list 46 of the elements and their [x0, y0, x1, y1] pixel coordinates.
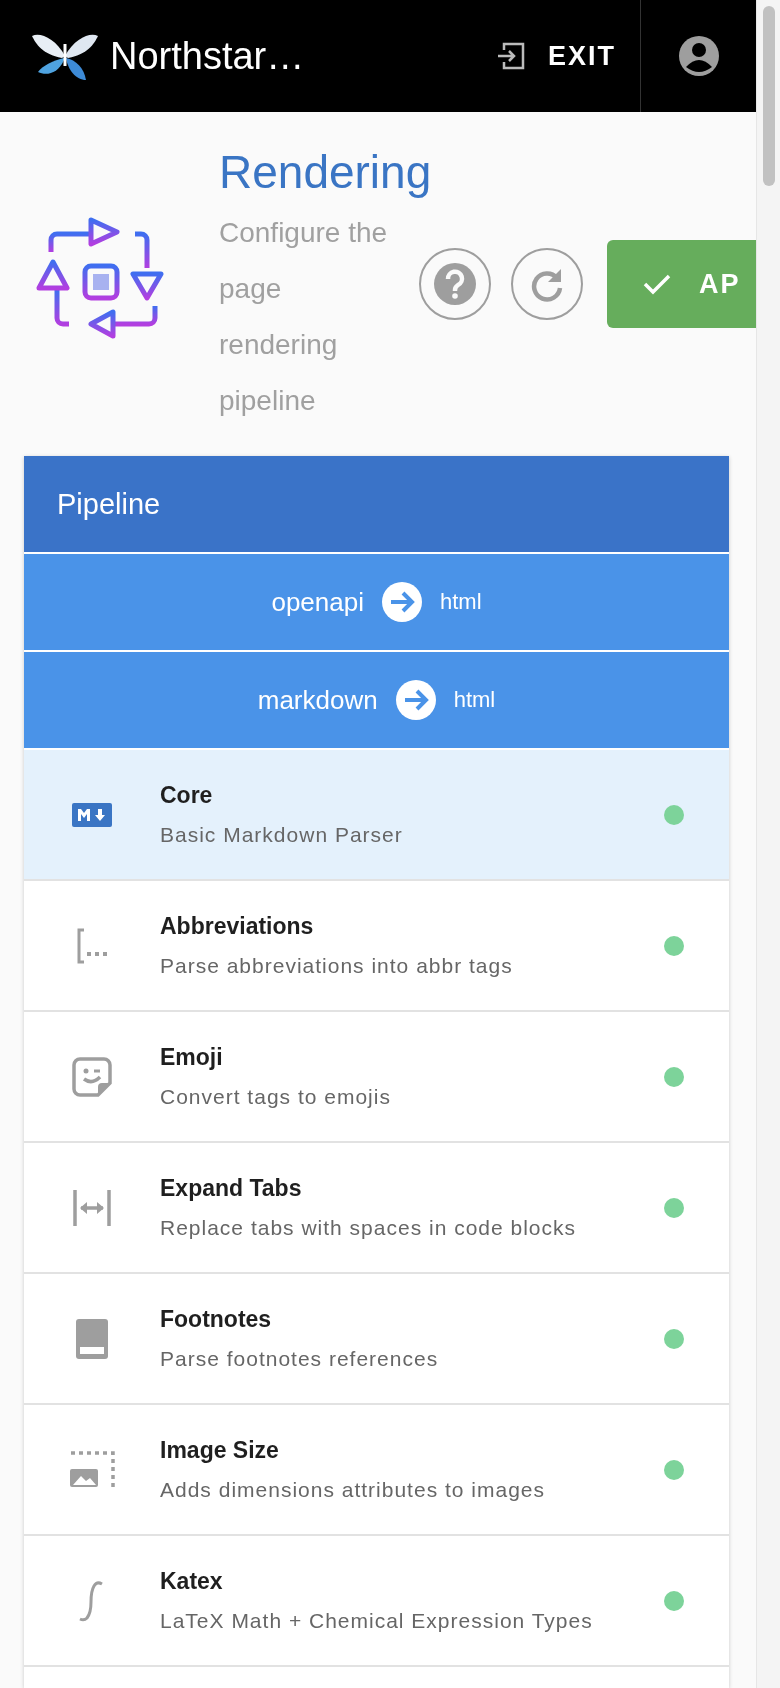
integral-icon [79, 1579, 105, 1622]
app-title: Northstar… [110, 34, 306, 78]
sticker-smile-icon [72, 1056, 112, 1097]
plugin-description: Convert tags to emojis [160, 1085, 392, 1109]
plugin-description: Adds dimensions attributes to images [160, 1478, 546, 1502]
plugin-description: Parse abbreviations into abbr tags [160, 954, 514, 978]
plugin-name: Emoji [160, 1044, 224, 1071]
account-icon [677, 35, 720, 77]
expand-horizontal-icon [72, 1189, 112, 1226]
plugin-item[interactable]: Emoji Convert tags to emojis [24, 1012, 729, 1143]
plugin-item[interactable]: Core Basic Markdown Parser [24, 750, 729, 881]
plugin-name: Core [160, 782, 214, 809]
page-title: Rendering [219, 145, 432, 200]
plugin-item[interactable]: Katex LaTeX Math + Chemical Expression Types [24, 1536, 729, 1667]
plugin-description: LaTeX Math + Chemical Expression Types [160, 1609, 594, 1633]
footnote-page-icon [76, 1318, 108, 1359]
bracket-dots-icon [76, 927, 108, 964]
plugin-item[interactable]: Footnotes Parse footnotes references [24, 1274, 729, 1405]
exit-icon [496, 41, 526, 71]
plugin-name: Footnotes [160, 1306, 273, 1333]
plugin-name: Katex [160, 1568, 224, 1595]
refresh-button[interactable] [511, 248, 583, 320]
exit-button[interactable]: EXIT [472, 0, 640, 112]
source-format: markdown [257, 684, 378, 716]
markdown-icon [72, 802, 112, 827]
source-format: openapi [271, 586, 364, 618]
scrollbar-thumb[interactable] [762, 6, 775, 186]
target-format: html [440, 589, 482, 615]
plugin-description: Parse footnotes references [160, 1347, 440, 1371]
plugin-name: Image Size [160, 1437, 280, 1464]
help-icon [433, 262, 477, 306]
plugin-item[interactable]: Abbreviations Parse abbreviations into abbr tags [24, 881, 729, 1012]
plugin-item[interactable]: Expand Tabs Replace tabs with spaces in code blocks [24, 1143, 729, 1274]
plugin-name: Expand Tabs [160, 1175, 303, 1202]
plugin-description: Basic Markdown Parser [160, 823, 404, 847]
image-size-icon [69, 1450, 115, 1489]
page-description: Configure the page rendering pipeline [219, 216, 389, 418]
check-icon [643, 273, 671, 295]
help-button[interactable] [419, 248, 491, 320]
arrow-right-icon [382, 582, 422, 622]
pipeline-header: Pipeline [24, 456, 729, 554]
arrow-right-icon [395, 680, 436, 720]
plugin-description: Replace tabs with spaces in code blocks [160, 1216, 578, 1240]
target-format: html [453, 687, 496, 713]
plugin-name: Abbreviations [160, 913, 315, 940]
plugin-item[interactable]: Image Size Adds dimensions attributes to images [24, 1405, 729, 1536]
